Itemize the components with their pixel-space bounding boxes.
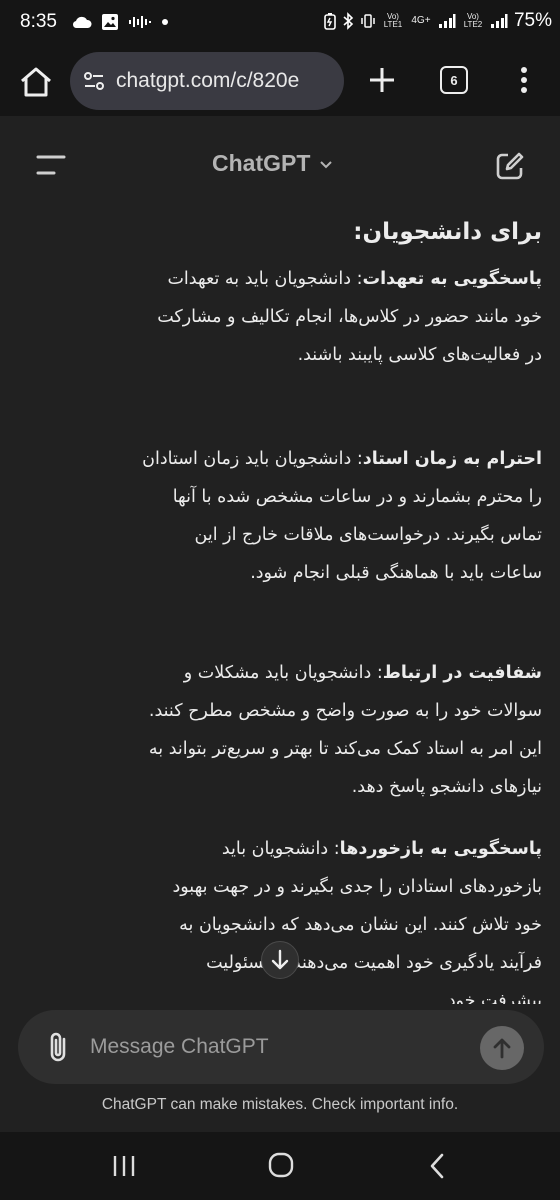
new-tab-icon[interactable] — [366, 64, 398, 96]
cloud-icon — [72, 16, 92, 29]
response-heading: برای دانشجویان: — [353, 219, 542, 245]
notification-dot-icon — [162, 19, 168, 25]
paragraph-feedback: پاسخگویی به بازخوردها: دانشجویان باید با… — [140, 830, 542, 1004]
paragraph-title: پاسخگویی به تعهدات — [362, 269, 542, 289]
new-chat-edit-icon[interactable] — [494, 150, 526, 182]
browser-toolbar: chatgpt.com/c/820e 6 — [0, 48, 560, 116]
send-button[interactable] — [480, 1026, 524, 1070]
paragraph-text: : دانشجویان باید بازخوردهای استادان را ج… — [172, 839, 542, 1004]
bluetooth-icon — [343, 12, 354, 30]
paragraph-text: : دانشجویان باید زمان استادان را محترم ب… — [142, 449, 542, 583]
voicemail-waveform-icon — [129, 16, 151, 28]
chevron-down-icon — [320, 160, 333, 168]
battery-saver-icon — [324, 13, 336, 30]
system-navigation-bar — [0, 1132, 560, 1200]
paragraph-title: شفافیت در ارتباط — [382, 663, 542, 683]
page-title: ChatGPT — [212, 150, 311, 176]
recent-apps-icon[interactable] — [112, 1152, 136, 1180]
paragraph-commitments: پاسخگویی به تعهدات: دانشجویان باید به تع… — [140, 260, 542, 374]
status-bar: 8:35 Vo) LTE1 4G+ Vo) LTE2 75% — [0, 0, 560, 48]
lte2-label: Vo) LTE2 — [463, 12, 483, 29]
arrow-up-icon — [493, 1038, 511, 1059]
message-input[interactable] — [90, 1030, 460, 1064]
arrow-down-icon — [271, 949, 289, 970]
tab-switcher-button[interactable]: 6 — [440, 66, 468, 94]
back-icon[interactable] — [428, 1152, 446, 1180]
paragraph-transparency: شفافیت در ارتباط: دانشجویان باید مشکلات … — [140, 654, 542, 806]
network-type-label: 4G+ — [411, 15, 431, 26]
vibrate-icon — [361, 14, 375, 28]
message-composer — [18, 1010, 544, 1084]
signal-icon — [438, 14, 456, 28]
home-circle-icon[interactable] — [268, 1152, 294, 1178]
status-time: 8:35 — [20, 11, 57, 32]
paragraph-respect-time: احترام به زمان استاد: دانشجویان باید زما… — [140, 440, 542, 592]
disclaimer-text: ChatGPT can make mistakes. Check importa… — [101, 1096, 459, 1113]
model-selector[interactable]: ChatGPT — [212, 150, 334, 177]
paragraph-title: احترام به زمان استاد — [362, 449, 542, 469]
lte1-label: Vo) LTE1 — [383, 12, 403, 29]
more-options-icon[interactable] — [514, 62, 534, 98]
url-bar[interactable]: chatgpt.com/c/820e — [70, 52, 344, 110]
chat-message: برای دانشجویان: پاسخگویی به تعهدات: دانش… — [0, 204, 560, 1004]
signal-icon — [490, 14, 508, 28]
url-text[interactable]: chatgpt.com/c/820e — [116, 69, 299, 93]
paperclip-icon[interactable] — [46, 1030, 72, 1064]
battery-percentage: 75% — [513, 10, 552, 31]
paragraph-text: : دانشجویان باید مشکلات و سوالات خود را … — [148, 663, 542, 797]
image-icon — [102, 14, 118, 30]
chat-header: ChatGPT — [0, 122, 560, 204]
sidebar-menu-icon[interactable] — [36, 154, 66, 176]
site-settings-icon[interactable] — [82, 69, 106, 93]
home-icon[interactable] — [18, 64, 54, 100]
paragraph-title: پاسخگویی به بازخوردها — [339, 839, 542, 859]
scroll-to-bottom-button[interactable] — [261, 941, 299, 979]
